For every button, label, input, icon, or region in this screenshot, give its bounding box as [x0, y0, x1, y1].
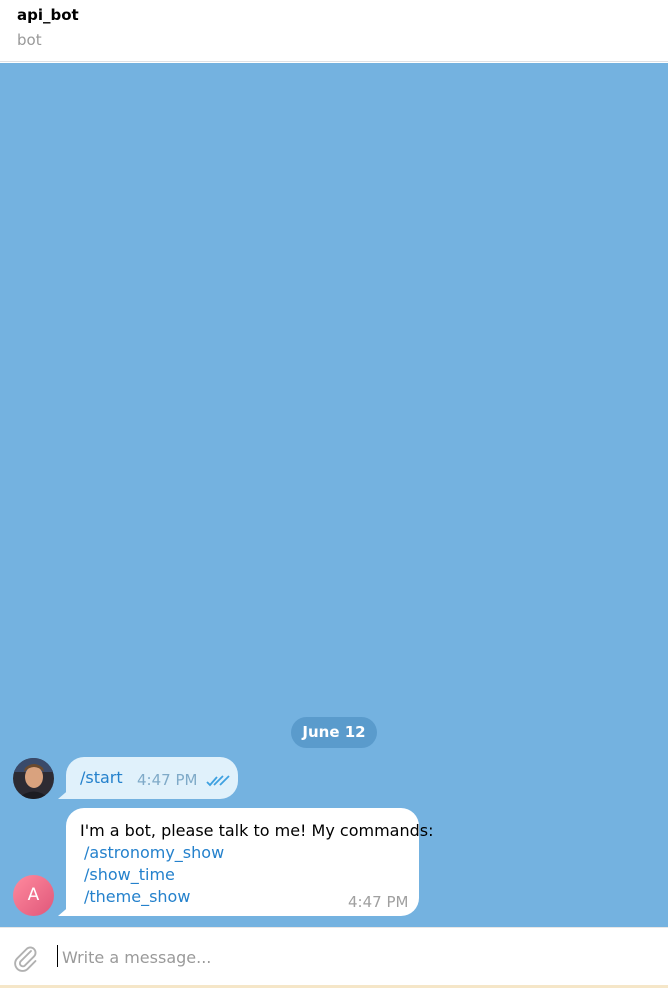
chat-header[interactable]: api_bot bot	[0, 0, 668, 62]
bubble-tail	[58, 904, 72, 916]
paperclip-icon[interactable]	[12, 942, 38, 972]
bot-avatar[interactable]: A	[13, 875, 54, 916]
chat-subtitle: bot	[17, 31, 42, 49]
text-caret	[57, 945, 58, 967]
date-separator: June 12	[291, 717, 377, 748]
chat-title[interactable]: api_bot	[17, 6, 79, 24]
outgoing-message[interactable]: /start 4:47 PM	[58, 757, 238, 799]
user-photo-icon	[13, 758, 54, 799]
command-link-theme-show[interactable]: /theme_show	[84, 887, 190, 906]
outgoing-command-link[interactable]: /start	[80, 768, 123, 787]
outgoing-message-time: 4:47 PM	[137, 771, 198, 789]
incoming-message-time: 4:47 PM	[348, 893, 409, 911]
user-avatar[interactable]	[13, 758, 54, 799]
message-list[interactable]: June 12 /start 4:47 PM A I'm a bot, plea…	[0, 63, 668, 927]
command-link-show-time[interactable]: /show_time	[84, 865, 175, 884]
incoming-message-text: I'm a bot, please talk to me! My command…	[80, 821, 434, 840]
command-link-astronomy-show[interactable]: /astronomy_show	[84, 843, 224, 862]
incoming-message[interactable]: I'm a bot, please talk to me! My command…	[58, 808, 433, 916]
message-composer	[0, 927, 668, 985]
bubble-tail	[58, 787, 72, 799]
message-input[interactable]	[62, 940, 652, 974]
double-check-icon	[206, 775, 230, 787]
